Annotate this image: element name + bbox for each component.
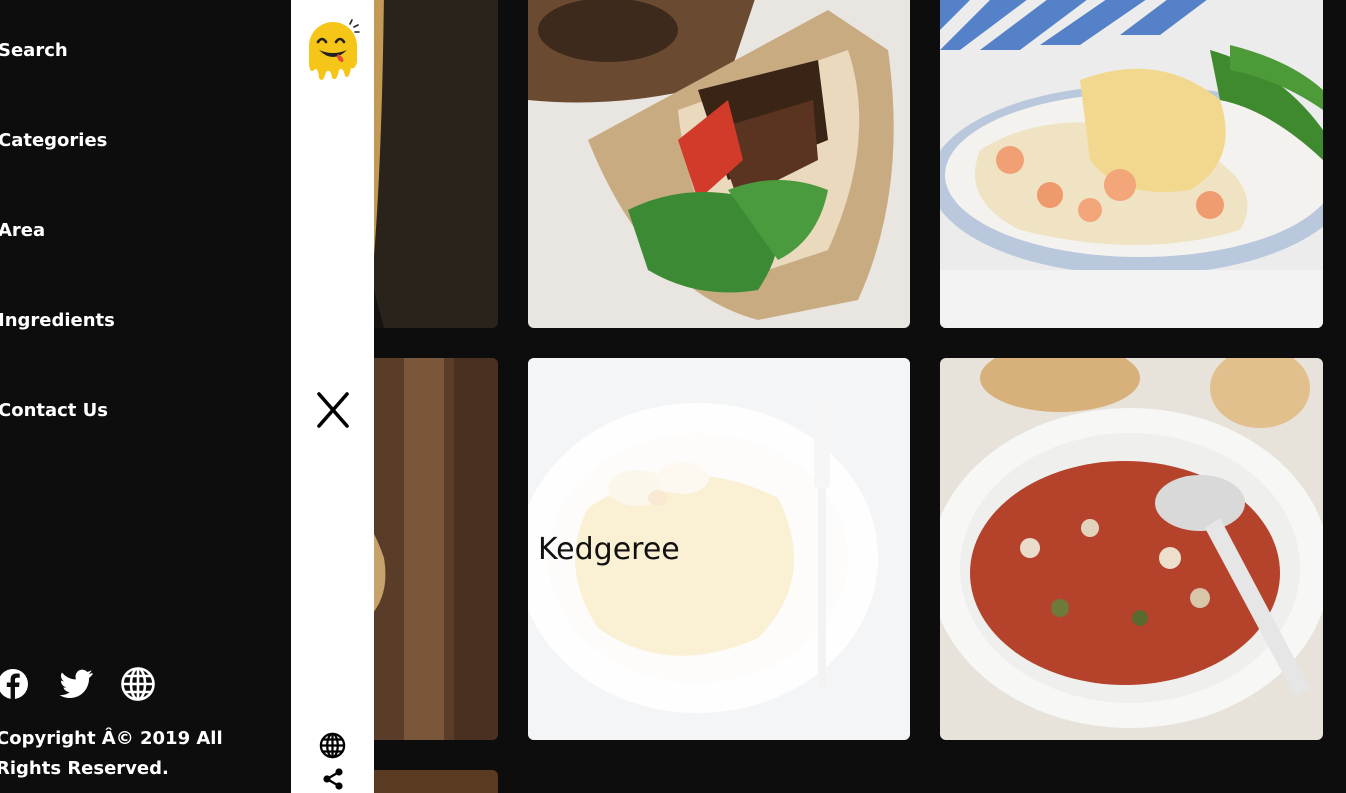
page: Kedgeree Search Categories Area Ingredie… [0, 0, 1346, 793]
smiley-logo-icon[interactable] [305, 18, 361, 88]
sidebar-toggle-strip [291, 0, 374, 793]
nav-link-search[interactable]: Search [0, 40, 115, 130]
close-icon[interactable] [315, 388, 351, 432]
meal-card[interactable] [528, 0, 910, 328]
nav-link-area[interactable]: Area [0, 220, 115, 310]
globe-icon[interactable] [120, 666, 155, 702]
meal-card[interactable]: Kedgeree [528, 358, 910, 740]
share-icon[interactable] [321, 767, 345, 791]
side-navigation: Search Categories Area Ingredients Conta… [0, 0, 291, 793]
nav-link-ingredients[interactable]: Ingredients [0, 310, 115, 400]
copyright-text: Copyright Â© 2019 All Rights Reserved. [0, 728, 223, 779]
facebook-icon[interactable] [0, 666, 30, 702]
nav-links: Search Categories Area Ingredients Conta… [0, 40, 115, 490]
meal-card[interactable] [940, 358, 1323, 740]
nav-link-contact-us[interactable]: Contact Us [0, 400, 115, 490]
meal-name: Kedgeree [538, 531, 680, 567]
meal-photo [940, 0, 1323, 328]
meal-photo [528, 0, 910, 328]
twitter-icon[interactable] [58, 666, 93, 702]
meal-overlay: Kedgeree [528, 358, 910, 740]
social-links [0, 666, 155, 702]
meal-photo [940, 358, 1323, 740]
meal-card[interactable] [940, 0, 1323, 328]
globe-icon[interactable] [319, 732, 346, 759]
nav-link-categories[interactable]: Categories [0, 130, 115, 220]
